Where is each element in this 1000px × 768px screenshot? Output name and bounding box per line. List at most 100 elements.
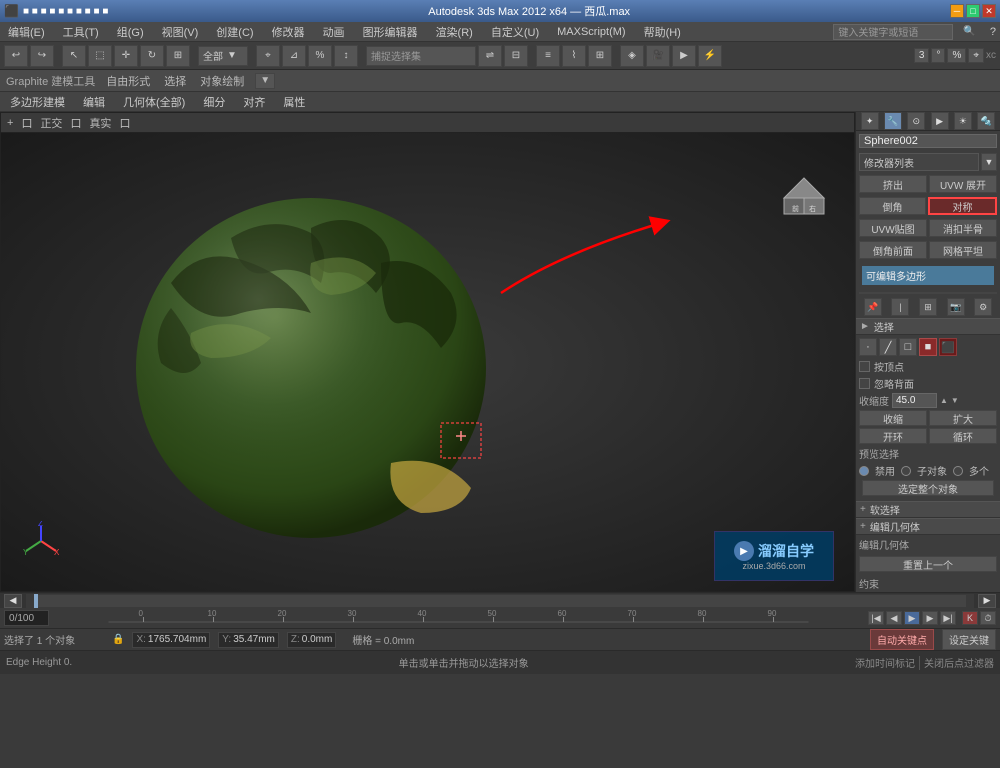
menu-graph-editor[interactable]: 图形编辑器 xyxy=(359,24,422,40)
radio-multi[interactable] xyxy=(953,466,963,476)
viewport[interactable]: + 口 正交 口 真实 口 xyxy=(0,112,855,592)
modifier-list-label[interactable]: 修改器列表 xyxy=(859,153,979,171)
edit-geometry-header[interactable]: + 编辑几何体 xyxy=(856,518,1000,535)
grid-flat-button[interactable]: 网格平坦 xyxy=(929,241,997,259)
threshold-down[interactable]: ▼ xyxy=(951,396,959,405)
edge-icon[interactable]: ╱ xyxy=(879,338,897,356)
graphite-object-paint[interactable]: 对象绘制 xyxy=(197,73,247,89)
uvw-expand-button[interactable]: UVW 展开 xyxy=(929,175,997,193)
modify-panel-icon active[interactable]: 🔧 xyxy=(884,112,902,130)
motion-panel-icon[interactable]: ▶ xyxy=(931,112,949,130)
percent-snap[interactable]: % xyxy=(308,45,332,67)
timeline-right-btn[interactable]: ▶ xyxy=(978,594,996,608)
close-button[interactable]: ✕ xyxy=(982,4,996,18)
redo-button[interactable]: ↪ xyxy=(30,45,54,67)
move-button[interactable]: ✛ xyxy=(114,45,138,67)
loop-button[interactable]: 循环 xyxy=(929,428,997,444)
menu-modifiers[interactable]: 修改器 xyxy=(268,24,309,40)
snap-percent[interactable]: % xyxy=(947,48,966,63)
viewcube[interactable]: 前 右 xyxy=(774,158,834,218)
border-icon[interactable]: □ xyxy=(899,338,917,356)
layer-manager[interactable]: ≡ xyxy=(536,45,560,67)
sub-edit[interactable]: 编辑 xyxy=(79,94,109,110)
menu-help[interactable]: 帮助(H) xyxy=(640,24,685,40)
menu-tools[interactable]: 工具(T) xyxy=(59,24,103,40)
next-frame-button[interactable]: ▶ xyxy=(922,611,938,625)
curve-editor[interactable]: ⌇ xyxy=(562,45,586,67)
material-editor[interactable]: ◈ xyxy=(620,45,644,67)
help-icon[interactable]: ? xyxy=(990,26,996,38)
menu-create[interactable]: 创建(C) xyxy=(212,24,257,40)
snap-angle[interactable]: ° xyxy=(931,48,945,63)
spinner-snap[interactable]: ↕ xyxy=(334,45,358,67)
snap-3d[interactable]: 3 xyxy=(914,48,930,63)
frame-display[interactable]: 0 / 100 xyxy=(4,610,49,626)
polygon-icon[interactable]: ■ xyxy=(919,338,937,356)
grow-button[interactable]: 扩大 xyxy=(929,410,997,426)
named-selection-field[interactable]: 捕捉选择集 xyxy=(366,46,476,66)
radio-subobj[interactable] xyxy=(901,466,911,476)
hierarchy-panel-icon[interactable]: ⊙ xyxy=(907,112,925,130)
schematic-view[interactable]: ⊞ xyxy=(588,45,612,67)
vp-shading[interactable]: 真实 xyxy=(89,115,111,131)
timeline-scrub[interactable] xyxy=(34,595,966,607)
menu-edit[interactable]: 编辑(E) xyxy=(4,24,49,40)
vertex-icon[interactable]: · xyxy=(859,338,877,356)
watermelon-object[interactable] xyxy=(111,183,511,563)
reset-last-button[interactable]: 重置上一个 xyxy=(859,556,997,572)
timeline-left-btn[interactable]: ◀ xyxy=(4,594,22,608)
flip-front-button[interactable]: 倒角前面 xyxy=(859,241,927,259)
scale-button[interactable]: ⊞ xyxy=(166,45,190,67)
element-icon[interactable]: ⬛ xyxy=(939,338,957,356)
auto-key-button[interactable]: 自动关键点 xyxy=(870,629,934,650)
time-config-button[interactable]: ⏱ xyxy=(980,611,996,625)
select-region-button[interactable]: ⬚ xyxy=(88,45,112,67)
mirror-button[interactable]: ⇌ xyxy=(478,45,502,67)
threshold-field[interactable]: 45.0 xyxy=(892,393,937,408)
select-button[interactable]: ↖ xyxy=(62,45,86,67)
graphite-select[interactable]: 选择 xyxy=(161,73,189,89)
menu-view[interactable]: 视图(V) xyxy=(158,24,203,40)
vp-plus[interactable]: + xyxy=(7,117,13,129)
object-name-field[interactable]: Sphere002 xyxy=(859,134,997,148)
vp-projection[interactable]: 正交 xyxy=(40,115,62,131)
symmetry-button[interactable]: 对称 xyxy=(928,197,997,215)
extrude-button[interactable]: 挤出 xyxy=(859,175,927,193)
uvw-map-button[interactable]: UVW贴图 xyxy=(859,219,927,237)
angle-snap[interactable]: ⊿ xyxy=(282,45,306,67)
ignore-backface-checkbox[interactable] xyxy=(859,378,870,389)
sub-geometry-all[interactable]: 几何体(全部) xyxy=(119,94,189,110)
search-icon[interactable]: 🔍 xyxy=(963,26,975,37)
add-keyframe-text[interactable]: 添加时间标记 xyxy=(855,655,915,670)
menu-group[interactable]: 组(G) xyxy=(113,24,148,40)
z-coord-field[interactable]: Z: 0.0mm xyxy=(287,632,336,648)
sub-align[interactable]: 对齐 xyxy=(239,94,269,110)
graphite-option[interactable]: ▼ xyxy=(255,73,275,89)
graphite-freeform[interactable]: 自由形式 xyxy=(103,73,153,89)
selection-section-header[interactable]: ► 选择 xyxy=(856,318,1000,335)
camera-icon[interactable]: 📷 xyxy=(947,298,965,316)
reference-coord-dropdown[interactable]: 全部 ▼ xyxy=(198,46,248,66)
sub-polygon-modeling[interactable]: 多边形建模 xyxy=(6,94,69,110)
play-button[interactable]: ▶ xyxy=(904,611,920,625)
menu-render[interactable]: 渲染(R) xyxy=(432,24,477,40)
minimize-button[interactable]: ─ xyxy=(950,4,964,18)
maximize-button[interactable]: □ xyxy=(966,4,980,18)
menu-animation[interactable]: 动画 xyxy=(319,24,349,40)
key-mode-button[interactable]: K xyxy=(962,611,978,625)
playhead[interactable] xyxy=(34,594,38,608)
y-coord-field[interactable]: Y: 35.47mm xyxy=(218,632,279,648)
lock-icon[interactable]: 🔒 xyxy=(112,634,124,645)
sub-properties[interactable]: 属性 xyxy=(279,94,309,110)
shrink-button[interactable]: 收缩 xyxy=(859,410,927,426)
threshold-up[interactable]: ▲ xyxy=(940,396,948,405)
display-panel-icon[interactable]: ☀ xyxy=(954,112,972,130)
timeline-track[interactable] xyxy=(26,594,974,608)
sub-subdivide[interactable]: 细分 xyxy=(199,94,229,110)
render-setup[interactable]: 🎥 xyxy=(646,45,670,67)
modifier-editable-poly[interactable]: 可编辑多边形 xyxy=(862,266,994,285)
create-panel-icon[interactable]: ✦ xyxy=(861,112,879,130)
ring-button[interactable]: 开环 xyxy=(859,428,927,444)
align-button[interactable]: ⊟ xyxy=(504,45,528,67)
utilities-panel-icon[interactable]: 🔩 xyxy=(977,112,995,130)
